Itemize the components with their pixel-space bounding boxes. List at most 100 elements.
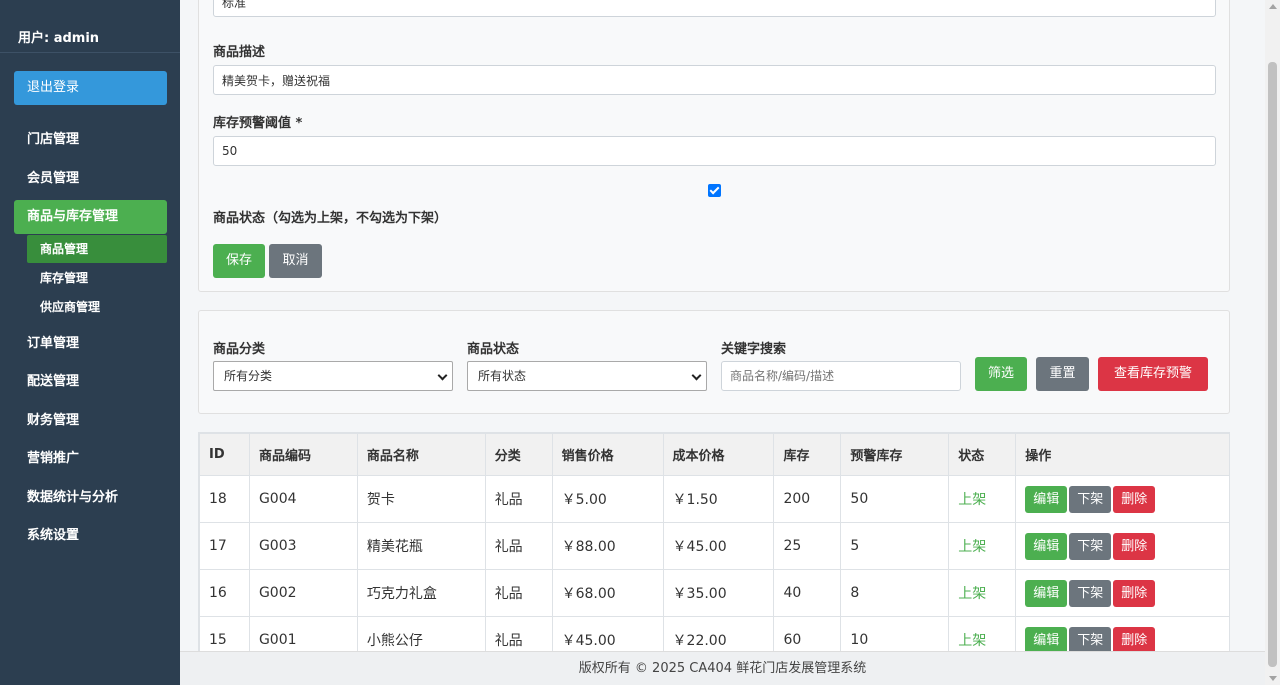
edit-button[interactable]: 编辑 bbox=[1025, 485, 1068, 513]
delete-button[interactable]: 删除 bbox=[1113, 532, 1156, 560]
cell-name: 小熊公仔 bbox=[356, 616, 486, 651]
main-content: 商品描述 库存预警阈值 * 商品状态（勾选为上架，不勾选为下架） 保存 取消 商… bbox=[180, 0, 1265, 651]
edit-button[interactable]: 编辑 bbox=[1025, 532, 1068, 560]
category-select[interactable]: 所有分类 bbox=[213, 361, 453, 391]
nav-item-finance[interactable]: 财务管理 bbox=[14, 404, 167, 438]
cell-status: 上架 bbox=[948, 475, 1017, 523]
cell-status: 上架 bbox=[948, 569, 1017, 617]
nav-item-delivery[interactable]: 配送管理 bbox=[14, 365, 167, 399]
table-row: 18 G004 贺卡 礼品 ￥5.00 ￥1.50 200 50 上架 编辑 下架… bbox=[199, 475, 1230, 523]
col-header-id: ID bbox=[199, 433, 250, 476]
threshold-input[interactable] bbox=[213, 136, 1216, 166]
nav-item-product-inventory[interactable]: 商品与库存管理 bbox=[14, 200, 167, 234]
cell-code: G002 bbox=[248, 569, 358, 617]
nav-item-order[interactable]: 订单管理 bbox=[14, 327, 167, 361]
col-header-price: 销售价格 bbox=[551, 433, 664, 476]
delete-button[interactable]: 删除 bbox=[1113, 626, 1156, 651]
scroll-up-arrow-icon[interactable] bbox=[1269, 4, 1277, 9]
status-filter-label: 商品状态 bbox=[467, 342, 520, 357]
cell-name: 巧克力礼盒 bbox=[356, 569, 486, 617]
nav-item-marketing[interactable]: 营销推广 bbox=[14, 442, 167, 476]
nav-item-settings[interactable]: 系统设置 bbox=[14, 519, 167, 553]
cell-status: 上架 bbox=[948, 616, 1017, 651]
product-form: 商品描述 库存预警阈值 * 商品状态（勾选为上架，不勾选为下架） 保存 取消 bbox=[198, 0, 1230, 292]
col-header-name: 商品名称 bbox=[356, 433, 486, 476]
threshold-label: 库存预警阈值 * bbox=[213, 116, 303, 131]
cell-cost: ￥35.00 bbox=[662, 569, 775, 617]
col-header-stock: 库存 bbox=[773, 433, 842, 476]
keyword-search-input[interactable] bbox=[721, 361, 961, 391]
cell-code: G001 bbox=[248, 616, 358, 651]
reset-button[interactable]: 重置 bbox=[1036, 357, 1089, 391]
filter-button[interactable]: 筛选 bbox=[975, 357, 1027, 391]
cancel-button[interactable]: 取消 bbox=[269, 244, 322, 278]
table-row: 16 G002 巧克力礼盒 礼品 ￥68.00 ￥35.00 40 8 上架 编… bbox=[199, 569, 1230, 617]
col-header-alert: 预警库存 bbox=[840, 433, 950, 476]
subnav-item-supplier[interactable]: 供应商管理 bbox=[27, 293, 167, 321]
offshelf-button[interactable]: 下架 bbox=[1069, 626, 1112, 651]
delete-button[interactable]: 删除 bbox=[1113, 485, 1156, 513]
cell-stock: 200 bbox=[773, 475, 842, 523]
cell-actions: 编辑 下架 删除 bbox=[1015, 569, 1230, 617]
description-input[interactable] bbox=[213, 65, 1216, 95]
col-header-actions: 操作 bbox=[1015, 433, 1230, 476]
footer: 版权所有 © 2025 CA404 鲜花门店发展管理系统 bbox=[180, 651, 1265, 685]
cell-actions: 编辑 下架 删除 bbox=[1015, 522, 1230, 570]
cell-id: 15 bbox=[199, 616, 250, 651]
offshelf-button[interactable]: 下架 bbox=[1069, 579, 1112, 607]
cell-price: ￥5.00 bbox=[551, 475, 664, 523]
cell-actions: 编辑 下架 删除 bbox=[1015, 616, 1230, 651]
cell-alert: 8 bbox=[840, 569, 950, 617]
scrollbar-thumb[interactable] bbox=[1268, 62, 1277, 667]
cell-alert: 5 bbox=[840, 522, 950, 570]
nav-item-store[interactable]: 门店管理 bbox=[14, 123, 167, 157]
cell-name: 精美花瓶 bbox=[356, 522, 486, 570]
offshelf-button[interactable]: 下架 bbox=[1069, 532, 1112, 560]
cell-category: 礼品 bbox=[484, 569, 553, 617]
col-header-status: 状态 bbox=[948, 433, 1017, 476]
chevron-down-icon bbox=[691, 370, 702, 381]
current-user: 用户: admin bbox=[18, 31, 100, 46]
nav-item-statistics[interactable]: 数据统计与分析 bbox=[14, 481, 167, 515]
logout-button[interactable]: 退出登录 bbox=[14, 71, 167, 105]
scroll-down-arrow-icon[interactable] bbox=[1269, 676, 1277, 681]
cell-category: 礼品 bbox=[484, 475, 553, 523]
cell-price: ￥68.00 bbox=[551, 569, 664, 617]
cell-name: 贺卡 bbox=[356, 475, 486, 523]
status-select-value: 所有状态 bbox=[478, 369, 527, 383]
cell-category: 礼品 bbox=[484, 522, 553, 570]
status-select[interactable]: 所有状态 bbox=[467, 361, 707, 391]
keyword-label: 关键字搜索 bbox=[721, 342, 787, 357]
chevron-down-icon bbox=[437, 370, 448, 381]
cell-code: G004 bbox=[248, 475, 358, 523]
subnav-item-product[interactable]: 商品管理 bbox=[27, 235, 167, 263]
cell-code: G003 bbox=[248, 522, 358, 570]
edit-button[interactable]: 编辑 bbox=[1025, 579, 1068, 607]
cell-cost: ￥1.50 bbox=[662, 475, 775, 523]
stock-alert-button[interactable]: 查看库存预警 bbox=[1098, 357, 1208, 391]
table-header-row: ID 商品编码 商品名称 分类 销售价格 成本价格 库存 预警库存 状态 操作 bbox=[199, 433, 1230, 476]
table-row: 17 G003 精美花瓶 礼品 ￥88.00 ￥45.00 25 5 上架 编辑… bbox=[199, 522, 1230, 570]
cell-stock: 40 bbox=[773, 569, 842, 617]
sidebar: 用户: admin 退出登录 门店管理 会员管理 商品与库存管理 商品管理 库存… bbox=[0, 0, 180, 685]
cell-alert: 50 bbox=[840, 475, 950, 523]
offshelf-button[interactable]: 下架 bbox=[1069, 485, 1112, 513]
subnav-item-inventory[interactable]: 库存管理 bbox=[27, 264, 167, 292]
unit-input[interactable] bbox=[213, 0, 1216, 17]
status-checkbox[interactable] bbox=[708, 184, 721, 197]
product-table: ID 商品编码 商品名称 分类 销售价格 成本价格 库存 预警库存 状态 操作 … bbox=[198, 432, 1230, 651]
cell-status: 上架 bbox=[948, 522, 1017, 570]
cell-price: ￥88.00 bbox=[551, 522, 664, 570]
edit-button[interactable]: 编辑 bbox=[1025, 626, 1068, 651]
status-label: 商品状态（勾选为上架，不勾选为下架） bbox=[213, 211, 448, 226]
cell-id: 16 bbox=[199, 569, 250, 617]
cell-cost: ￥22.00 bbox=[662, 616, 775, 651]
vertical-scrollbar[interactable] bbox=[1265, 0, 1280, 685]
cell-stock: 60 bbox=[773, 616, 842, 651]
col-header-category: 分类 bbox=[484, 433, 553, 476]
cell-alert: 10 bbox=[840, 616, 950, 651]
nav-item-member[interactable]: 会员管理 bbox=[14, 162, 167, 196]
save-button[interactable]: 保存 bbox=[213, 244, 265, 278]
delete-button[interactable]: 删除 bbox=[1113, 579, 1156, 607]
category-filter-label: 商品分类 bbox=[213, 342, 266, 357]
